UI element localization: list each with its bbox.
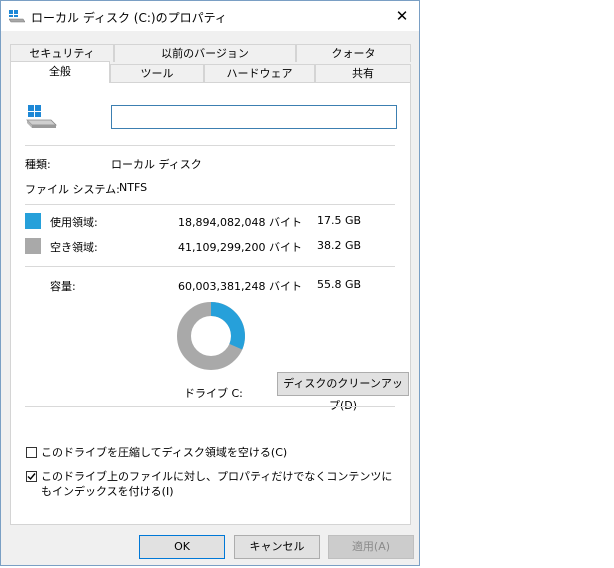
- tab-label: 以前のバージョン: [161, 47, 249, 60]
- tab-general[interactable]: 全般: [10, 61, 110, 83]
- free-space-label: 空き領域:: [50, 241, 98, 254]
- tab-label: セキュリティ: [29, 47, 95, 60]
- free-space-swatch: [25, 238, 41, 254]
- separator: [25, 204, 395, 205]
- title-bar[interactable]: ローカル ディスク (C:)のプロパティ ✕: [1, 1, 419, 31]
- compress-label: このドライブを圧縮してディスク領域を空ける(C): [41, 446, 288, 459]
- drive-label-input[interactable]: [111, 105, 397, 129]
- compress-checkbox[interactable]: [26, 447, 37, 458]
- tab-previous-versions[interactable]: 以前のバージョン: [114, 44, 296, 62]
- free-space-gb: 38.2 GB: [317, 239, 362, 252]
- used-space-gb: 17.5 GB: [317, 214, 362, 227]
- separator: [25, 145, 395, 146]
- drive-caption: ドライブ C:: [184, 387, 243, 400]
- apply-button[interactable]: 適用(A): [328, 535, 414, 559]
- general-tab-panel: 種類: ローカル ディスク ファイル システム: NTFS 使用領域: 18,8…: [10, 82, 411, 525]
- hard-drive-icon: [25, 103, 59, 134]
- capacity-bytes: 60,003,381,248 バイト: [178, 280, 302, 293]
- close-icon: ✕: [395, 7, 409, 25]
- tab-sharing[interactable]: 共有: [315, 64, 411, 82]
- tab-label: 共有: [352, 67, 374, 80]
- tab-security[interactable]: セキュリティ: [10, 44, 114, 62]
- tab-label: 全般: [49, 65, 71, 78]
- properties-window: ローカル ディスク (C:)のプロパティ ✕ セキュリティ 以前のバージョン ク…: [0, 0, 420, 566]
- separator: [25, 406, 395, 407]
- disk-cleanup-button[interactable]: ディスクのクリーンアップ(D): [277, 372, 409, 412]
- type-value: ローカル ディスク: [111, 158, 202, 171]
- disk-usage-donut-chart: [177, 302, 245, 370]
- tab-quota[interactable]: クォータ: [296, 44, 411, 62]
- separator: [25, 266, 395, 267]
- used-space-slice: [210, 302, 245, 350]
- tab-label: ツール: [140, 67, 174, 80]
- filesystem-value: NTFS: [119, 181, 148, 194]
- used-space-label: 使用領域:: [50, 216, 98, 229]
- index-checkbox[interactable]: [26, 471, 37, 482]
- capacity-gb: 55.8 GB: [317, 278, 362, 291]
- tab-hardware[interactable]: ハードウェア: [204, 64, 315, 82]
- ok-button[interactable]: OK: [139, 535, 225, 559]
- tab-label: ハードウェア: [226, 67, 293, 80]
- close-button[interactable]: ✕: [385, 1, 419, 31]
- tab-tools[interactable]: ツール: [110, 64, 204, 82]
- checkmark-icon: [27, 473, 36, 481]
- drive-icon: [8, 9, 26, 26]
- type-label: 種類:: [25, 158, 51, 171]
- index-label: このドライブ上のファイルに対し、プロパティだけでなくコンテンツにもインデックスを…: [41, 470, 393, 498]
- used-space-bytes: 18,894,082,048 バイト: [178, 216, 302, 229]
- cancel-button[interactable]: キャンセル: [234, 535, 320, 559]
- window-title: ローカル ディスク (C:)のプロパティ: [31, 11, 227, 25]
- used-space-swatch: [25, 213, 41, 229]
- capacity-label: 容量:: [50, 280, 76, 293]
- free-space-bytes: 41,109,299,200 バイト: [178, 241, 302, 254]
- tab-label: クォータ: [331, 47, 376, 60]
- filesystem-label: ファイル システム:: [25, 183, 120, 196]
